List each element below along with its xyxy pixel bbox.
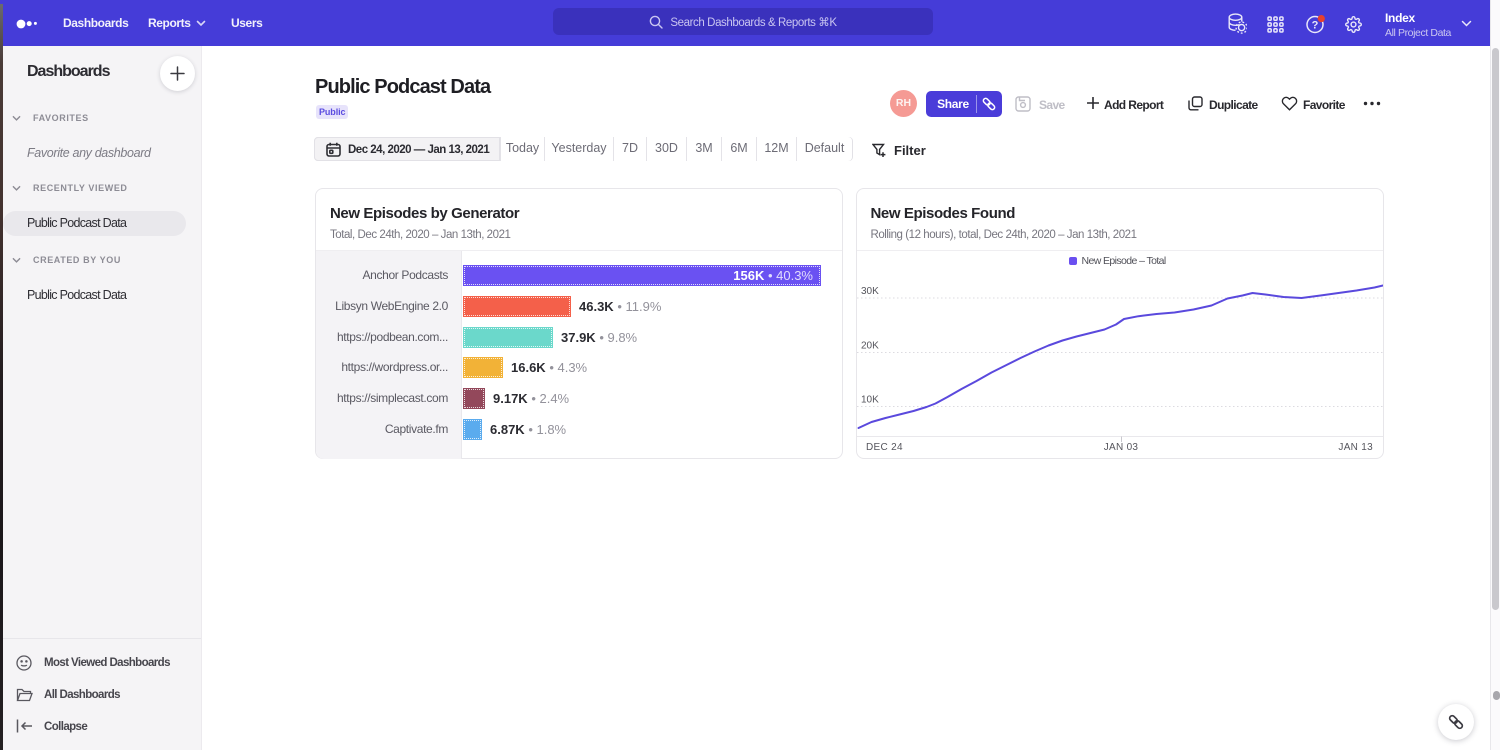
svg-text:10K: 10K bbox=[861, 395, 879, 406]
svg-text:20K: 20K bbox=[861, 341, 879, 352]
svg-text:?: ? bbox=[1312, 20, 1319, 32]
svg-text:JAN 13: JAN 13 bbox=[1338, 442, 1373, 453]
svg-text:JAN 03: JAN 03 bbox=[1103, 442, 1138, 453]
svg-text:DEC 24: DEC 24 bbox=[866, 442, 903, 453]
svg-text:30K: 30K bbox=[861, 286, 879, 297]
